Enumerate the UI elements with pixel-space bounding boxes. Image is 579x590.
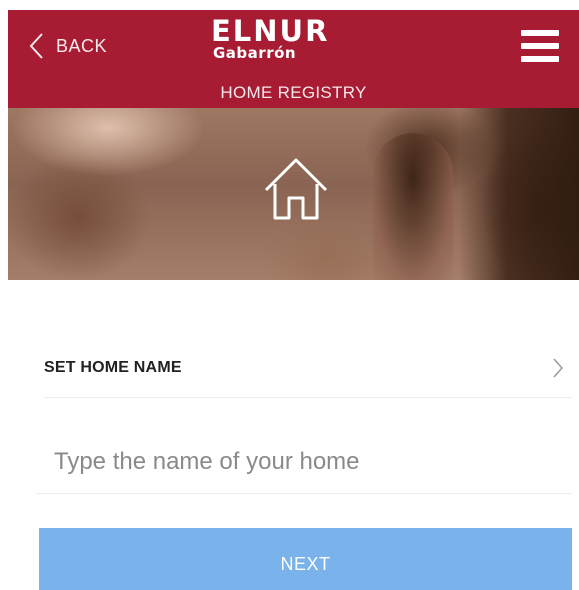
home-outline-icon	[264, 158, 328, 220]
back-button[interactable]: BACK	[26, 30, 107, 62]
page: BACK ELNUR Gabarrón HOME REGISTRY SET HO…	[0, 0, 579, 590]
back-label: BACK	[56, 35, 108, 56]
logo-line-1: ELNUR	[211, 14, 330, 48]
chevron-left-icon	[29, 33, 43, 59]
chevron-right-icon	[553, 358, 564, 378]
next-button[interactable]: NEXT	[39, 528, 572, 590]
app-header: BACK ELNUR Gabarrón HOME REGISTRY	[8, 10, 579, 108]
hero-photo-figure	[373, 133, 453, 280]
page-title: HOME REGISTRY	[220, 83, 367, 102]
home-name-input[interactable]	[36, 430, 572, 494]
logo-line-2: Gabarrón	[213, 44, 297, 62]
app-screen: BACK ELNUR Gabarrón HOME REGISTRY SET HO…	[8, 10, 579, 590]
set-home-name-label: SET HOME NAME	[44, 359, 182, 376]
menu-bar	[521, 43, 559, 49]
hamburger-menu-icon[interactable]	[521, 30, 559, 62]
menu-bar	[521, 30, 559, 36]
menu-bar	[521, 56, 559, 62]
brand-logo: ELNUR Gabarrón	[211, 14, 361, 68]
set-home-name-row[interactable]: SET HOME NAME	[44, 345, 572, 398]
hero-photo-tree	[459, 108, 579, 280]
hero-banner	[8, 108, 579, 280]
